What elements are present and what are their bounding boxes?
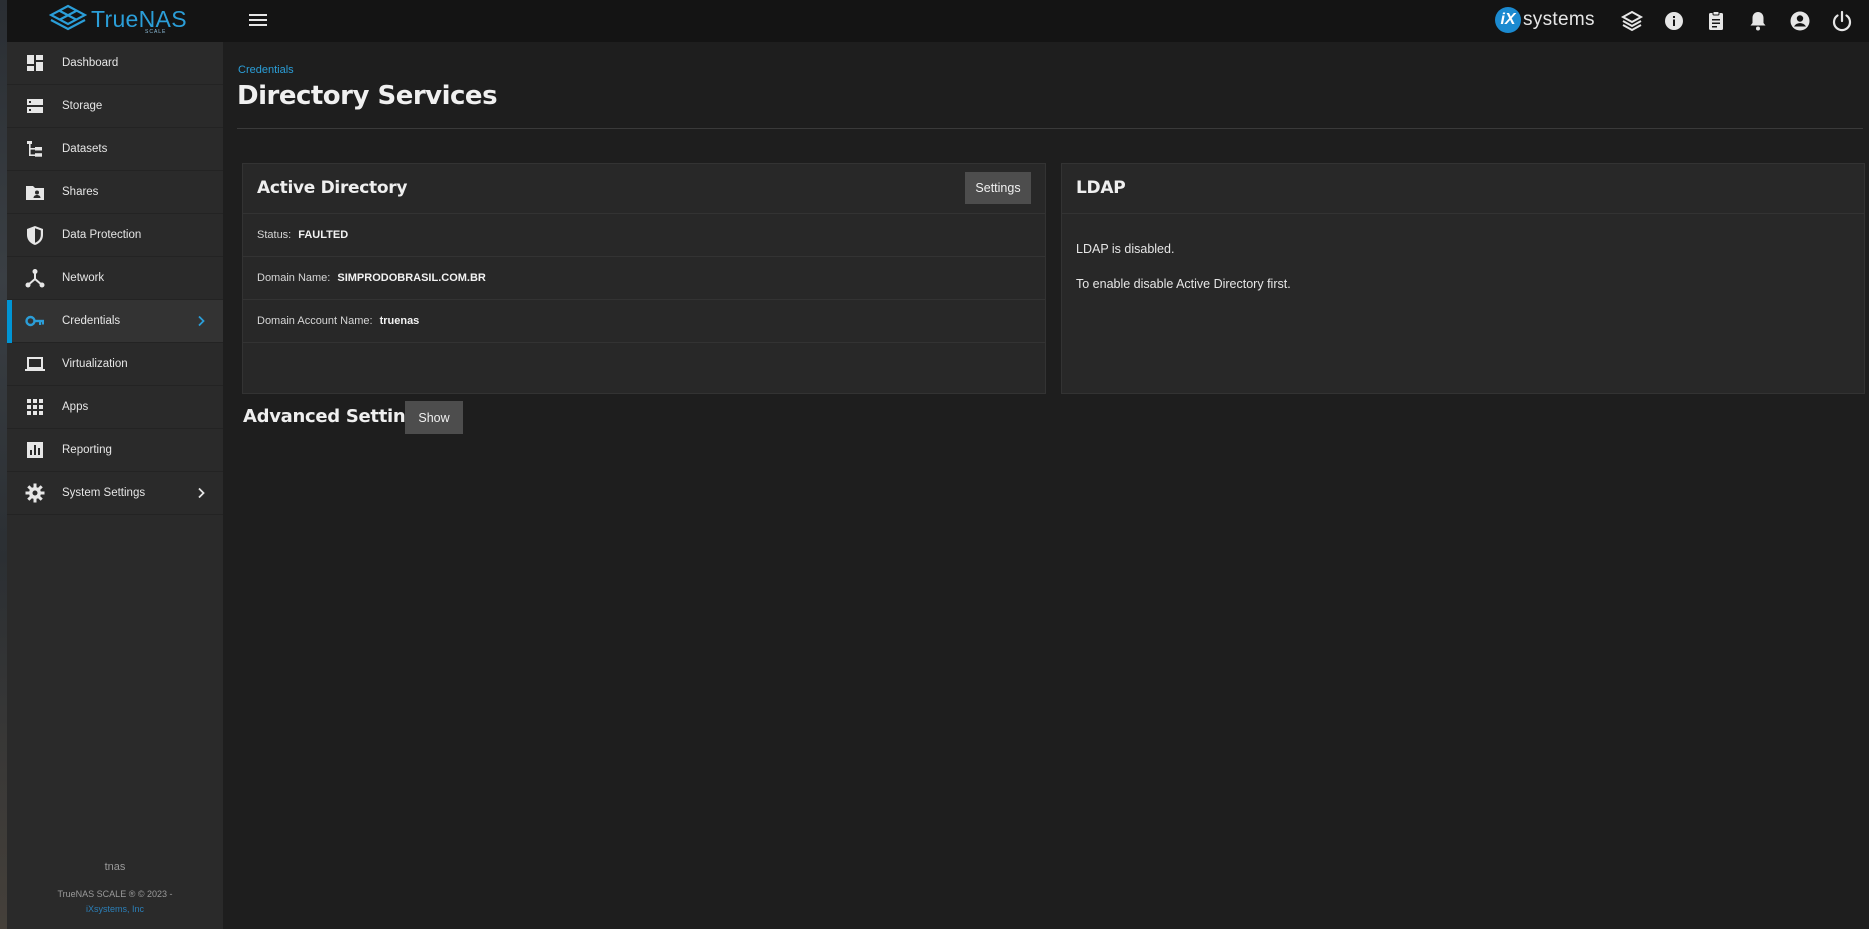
hostname: tnas bbox=[104, 861, 126, 873]
account-icon[interactable] bbox=[1788, 9, 1812, 33]
sidebar-item-label: Storage bbox=[62, 100, 103, 112]
page-title: Directory Services bbox=[237, 81, 498, 111]
ad-account-row: Domain Account Name: truenas bbox=[243, 300, 1045, 343]
card-title: Active Directory bbox=[257, 178, 408, 198]
show-advanced-button[interactable]: Show bbox=[405, 401, 463, 434]
ix-badge: iX bbox=[1495, 7, 1521, 33]
row-key: Status: bbox=[257, 229, 292, 241]
brand-name: TrueNAS bbox=[91, 6, 187, 32]
ad-status-row: Status: FAULTED bbox=[243, 214, 1045, 257]
shares-icon bbox=[26, 186, 44, 200]
chevron-right-icon bbox=[198, 487, 205, 499]
top-bar: TrueNAS SCALE iX systems bbox=[7, 0, 1869, 42]
apps-grid-icon bbox=[27, 399, 43, 415]
sidebar-item-shares[interactable]: Shares bbox=[7, 171, 223, 214]
card-title: LDAP bbox=[1076, 178, 1126, 198]
info-icon[interactable] bbox=[1662, 9, 1686, 33]
ixsystems-link[interactable]: iXsystems, Inc bbox=[7, 902, 223, 917]
sidebar-item-storage[interactable]: Storage bbox=[7, 85, 223, 128]
truenas-logo[interactable]: TrueNAS SCALE bbox=[49, 4, 187, 35]
key-icon bbox=[25, 315, 44, 327]
sidebar-item-system-settings[interactable]: System Settings bbox=[7, 472, 223, 515]
power-icon[interactable] bbox=[1830, 9, 1854, 33]
desktop-edge bbox=[0, 0, 7, 929]
sidebar-item-network[interactable]: Network bbox=[7, 257, 223, 300]
sidebar-item-credentials[interactable]: Credentials bbox=[7, 300, 223, 343]
sidebar-item-label: Network bbox=[62, 272, 105, 284]
datasets-icon bbox=[27, 141, 42, 157]
ldap-card: LDAP LDAP is disabled. To enable disable… bbox=[1061, 163, 1865, 394]
sidebar-item-virtualization[interactable]: Virtualization bbox=[7, 343, 223, 386]
sidebar-item-label: Apps bbox=[62, 401, 89, 413]
account-value: truenas bbox=[379, 315, 420, 327]
domain-value: SIMPRODOBRASIL.COM.BR bbox=[337, 272, 486, 284]
truenas-logo-icon bbox=[49, 4, 87, 31]
sidebar-item-label: Datasets bbox=[62, 143, 108, 155]
copyright: TrueNAS SCALE ® © 2023 - iXsystems, Inc bbox=[7, 887, 223, 917]
sidebar-item-label: Reporting bbox=[62, 444, 112, 456]
settings-button[interactable]: Settings bbox=[965, 172, 1031, 204]
card-header: Active Directory Settings bbox=[243, 164, 1045, 214]
advanced-settings-title: Advanced Settings bbox=[243, 406, 429, 427]
reporting-icon bbox=[27, 442, 43, 458]
sidebar-item-label: System Settings bbox=[62, 487, 146, 499]
row-key: Domain Account Name: bbox=[257, 315, 373, 327]
dashboard-icon bbox=[27, 55, 43, 71]
clipboard-icon[interactable] bbox=[1704, 9, 1728, 33]
sidebar-item-label: Data Protection bbox=[62, 229, 142, 241]
truecommand-icon[interactable] bbox=[1620, 9, 1644, 33]
chevron-right-icon bbox=[198, 315, 205, 327]
copyright-text: TrueNAS SCALE ® © 2023 - bbox=[57, 889, 173, 899]
active-directory-card: Active Directory Settings Status: FAULTE… bbox=[242, 163, 1046, 394]
sidebar-item-data-protection[interactable]: Data Protection bbox=[7, 214, 223, 257]
ldap-hint-text: To enable disable Active Directory first… bbox=[1076, 277, 1291, 291]
laptop-icon bbox=[25, 357, 45, 371]
sidebar-item-label: Virtualization bbox=[62, 358, 128, 370]
gear-icon bbox=[25, 483, 45, 503]
ldap-status-text: LDAP is disabled. bbox=[1076, 242, 1175, 256]
shield-icon bbox=[27, 226, 43, 245]
divider bbox=[237, 128, 1863, 129]
sidebar: Dashboard Storage Datasets Shares Data P… bbox=[7, 42, 223, 929]
sidebar-item-datasets[interactable]: Datasets bbox=[7, 128, 223, 171]
main-content: Credentials Directory Services Active Di… bbox=[223, 42, 1869, 929]
sidebar-item-apps[interactable]: Apps bbox=[7, 386, 223, 429]
sidebar-item-dashboard[interactable]: Dashboard bbox=[7, 42, 223, 85]
network-icon bbox=[25, 269, 45, 288]
card-header: LDAP bbox=[1062, 164, 1864, 214]
ad-domain-row: Domain Name: SIMPRODOBRASIL.COM.BR bbox=[243, 257, 1045, 300]
ix-word: systems bbox=[1523, 9, 1595, 30]
sidebar-item-reporting[interactable]: Reporting bbox=[7, 429, 223, 472]
menu-toggle-icon[interactable] bbox=[247, 11, 269, 31]
brand-edition: SCALE bbox=[145, 29, 167, 35]
row-key: Domain Name: bbox=[257, 272, 331, 284]
sidebar-item-label: Shares bbox=[62, 186, 99, 198]
storage-icon bbox=[27, 99, 43, 113]
ixsystems-logo[interactable]: iX systems bbox=[1495, 7, 1595, 33]
breadcrumb[interactable]: Credentials bbox=[238, 64, 294, 76]
sidebar-item-label: Dashboard bbox=[62, 57, 119, 69]
status-value: FAULTED bbox=[298, 229, 349, 241]
sidebar-footer: tnas TrueNAS SCALE ® © 2023 - iXsystems,… bbox=[7, 861, 223, 929]
sidebar-item-label: Credentials bbox=[62, 315, 121, 327]
bell-icon[interactable] bbox=[1746, 9, 1770, 33]
